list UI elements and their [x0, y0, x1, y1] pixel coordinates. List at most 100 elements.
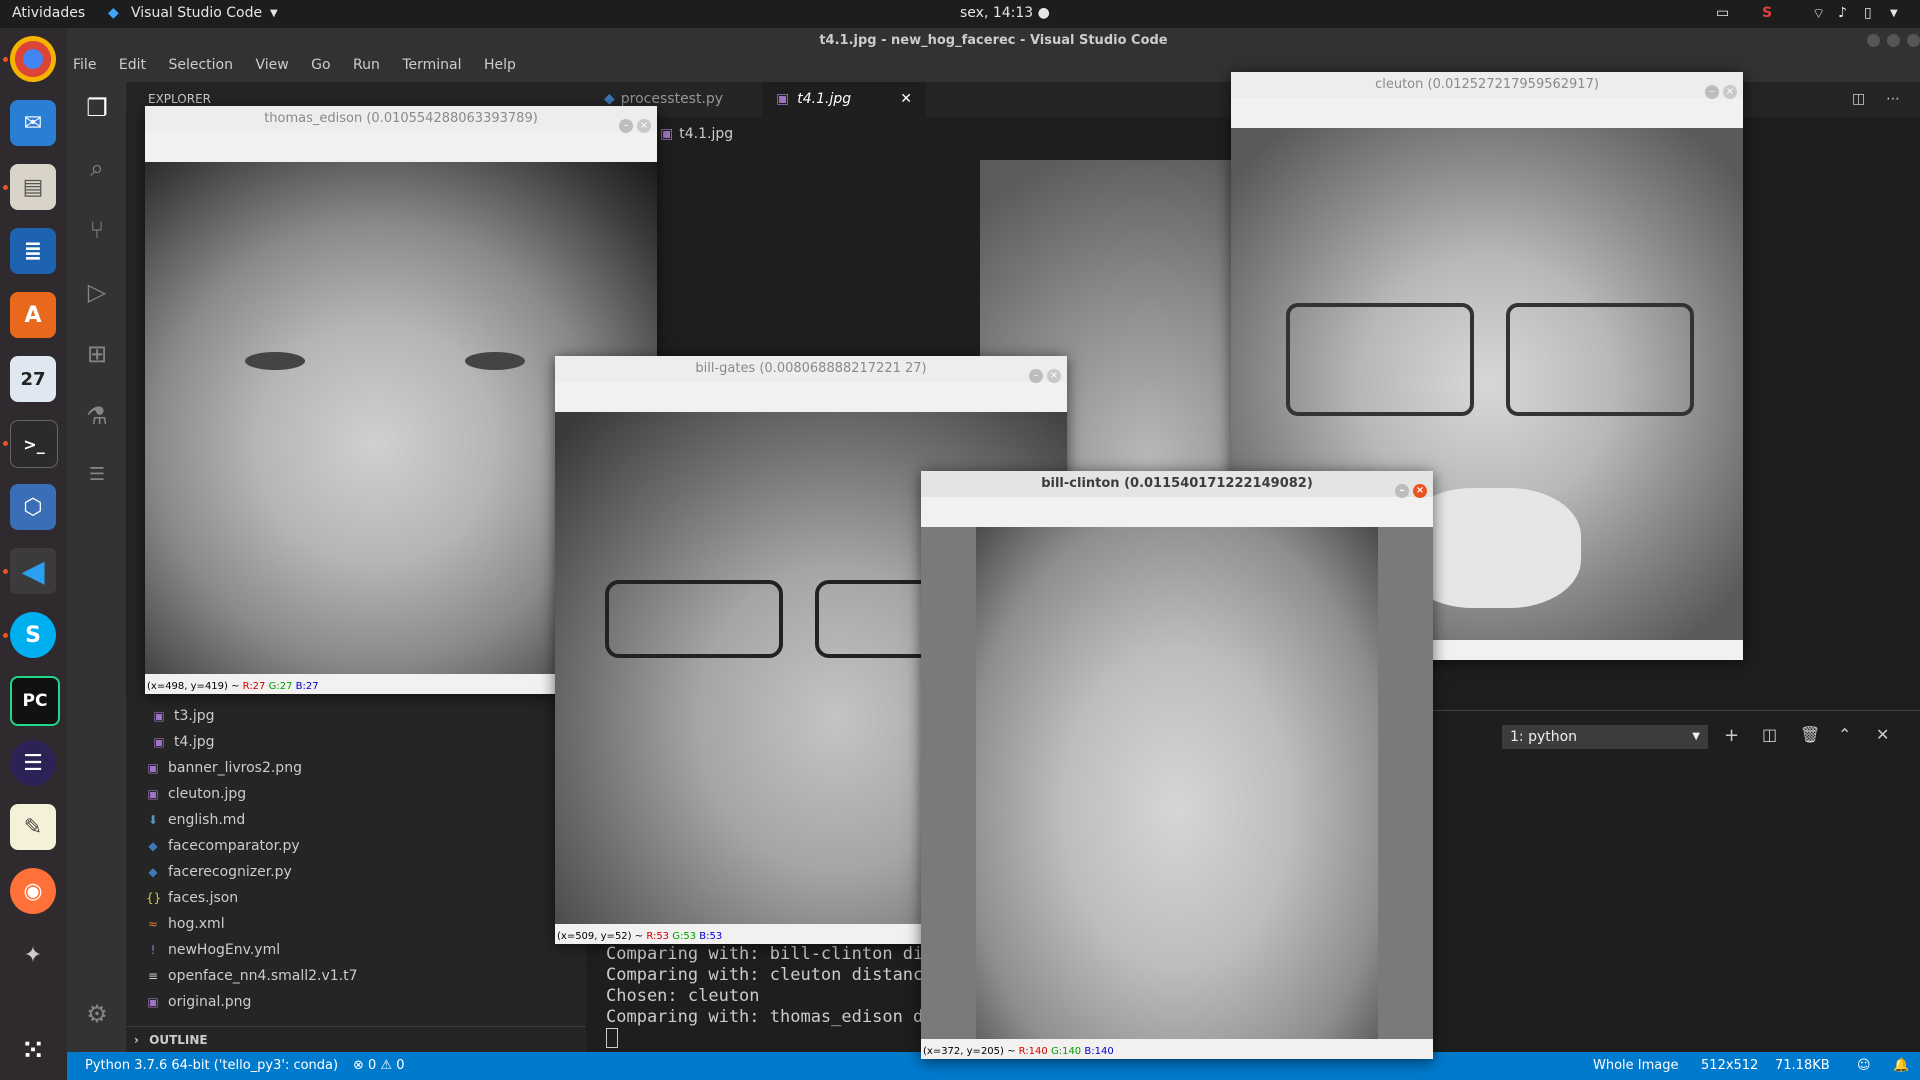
file-item[interactable]: ▣ banner_livros2.png — [146, 757, 302, 779]
explorer-icon[interactable]: ❐ — [83, 94, 111, 122]
settings-gear-icon[interactable]: ⚙ — [83, 1000, 111, 1028]
zoom-mode[interactable]: Whole Image — [1593, 1058, 1679, 1073]
file-item[interactable]: ⬇ english.md — [146, 809, 245, 831]
source-control-icon[interactable]: ⑂ — [83, 216, 111, 244]
menu-file[interactable]: File — [73, 57, 96, 73]
file-item[interactable]: ! newHogEnv.yml — [146, 939, 281, 961]
file-item[interactable]: ≡ openface_nn4.small2.v1.t7 — [146, 965, 358, 987]
window-titlebar[interactable]: cleuton (0.012527217959562917) – × — [1231, 72, 1743, 99]
maximize-button[interactable] — [1887, 34, 1900, 47]
pycharm-icon[interactable]: PC — [10, 676, 60, 726]
activities-button[interactable]: Atividades — [12, 5, 85, 21]
chevron-down-icon: ▼ — [1692, 731, 1700, 742]
file-item[interactable]: ≈ hog.xml — [146, 913, 225, 935]
vscode-icon[interactable]: ◀ — [10, 548, 56, 594]
terminal-select[interactable]: 1: python ▼ — [1502, 725, 1708, 749]
terminal-output[interactable]: Comparing with: bill-clinton di Comparing… — [606, 944, 923, 1048]
bell-icon[interactable]: 🔔 — [1893, 1058, 1909, 1073]
close-button[interactable]: × — [1413, 484, 1427, 498]
menu-go[interactable]: Go — [311, 57, 330, 73]
running-indicator — [3, 57, 8, 62]
close-button[interactable]: × — [1723, 85, 1737, 99]
python-interpreter[interactable]: Python 3.7.6 64-bit ('tello_py3': conda) — [85, 1058, 338, 1073]
menu-selection[interactable]: Selection — [168, 57, 233, 73]
file-item[interactable]: ◆ facerecognizer.py — [146, 861, 291, 883]
file-item[interactable]: ▣ t3.jpg — [152, 705, 214, 727]
close-panel-icon[interactable]: ✕ — [1876, 725, 1889, 744]
extensions-icon[interactable]: ⊞ — [83, 340, 111, 368]
terminal-icon[interactable]: >_ — [10, 420, 58, 468]
window-titlebar[interactable]: bill-clinton (0.011540171222149082) – × — [921, 471, 1433, 498]
window-bill-clinton[interactable]: bill-clinton (0.011540171222149082) – × (… — [921, 471, 1433, 1059]
chrome-icon[interactable] — [10, 36, 56, 82]
toolbar-strip — [921, 497, 1433, 521]
file-item[interactable]: {} faces.json — [146, 887, 238, 909]
more-actions-icon[interactable]: ⋯ — [1886, 82, 1900, 117]
file-item[interactable]: ▣ cleuton.jpg — [146, 783, 246, 805]
running-indicator — [3, 185, 8, 190]
menu-view[interactable]: View — [255, 57, 288, 73]
testing-icon[interactable]: ⚗ — [83, 402, 111, 430]
menu-terminal[interactable]: Terminal — [402, 57, 461, 73]
show-applications-icon[interactable]: ⁙ — [10, 1028, 56, 1074]
thunderbird-icon[interactable]: ✉ — [10, 100, 56, 146]
window-titlebar[interactable]: thomas_edison (0.010554288063393789) – × — [145, 106, 657, 133]
skype-indicator-icon[interactable]: S — [1762, 5, 1772, 21]
close-button[interactable]: × — [1047, 369, 1061, 383]
calendar-icon[interactable]: 27 — [10, 356, 56, 402]
tab-t4-1-jpg[interactable]: ▣ t4.1.jpg ✕ — [762, 82, 926, 117]
toolbar-strip — [555, 382, 1067, 406]
skype-icon[interactable]: S — [10, 612, 56, 658]
python-icon: ◆ — [148, 839, 158, 853]
menu-edit[interactable]: Edit — [119, 57, 146, 73]
breadcrumb[interactable]: ▣ t4.1.jpg — [660, 126, 733, 142]
eclipse-icon[interactable]: ☰ — [10, 740, 56, 786]
explorer-title: EXPLORER — [148, 92, 211, 106]
gimp-icon[interactable]: ✦ — [10, 932, 56, 978]
firefox-icon[interactable]: ◉ — [10, 868, 56, 914]
split-terminal-icon[interactable]: ◫ — [1762, 725, 1777, 744]
minimize-button[interactable]: – — [619, 119, 633, 133]
file-item[interactable]: ▣ t4.jpg — [152, 731, 214, 753]
wifi-icon[interactable]: ⌔ — [1812, 5, 1825, 23]
outline-view-icon[interactable]: ☰ — [83, 464, 111, 492]
text-editor-icon[interactable]: ✎ — [10, 804, 56, 850]
close-button[interactable] — [1907, 34, 1920, 47]
system-menu-chevron-icon[interactable]: ▼ — [1890, 8, 1898, 19]
battery-icon[interactable]: ▯ — [1864, 5, 1872, 21]
split-editor-icon[interactable]: ◫ — [1852, 82, 1865, 117]
maximize-panel-icon[interactable]: ⌃ — [1838, 725, 1851, 744]
file-item[interactable]: ▣ original.png — [146, 991, 251, 1013]
file-icon: ≡ — [147, 969, 159, 983]
menu-bar: File Edit Selection View Go Run Terminal… — [73, 57, 534, 73]
writer-icon[interactable]: ≣ — [10, 228, 56, 274]
window-titlebar[interactable]: bill-gates (0.008068888217221 27) – × — [555, 356, 1067, 383]
trash-icon[interactable]: 🗑 — [1800, 725, 1820, 744]
drive-icon[interactable]: ▭ — [1716, 5, 1729, 21]
virtualbox-icon[interactable]: ⬡ — [10, 484, 56, 530]
toolbar-strip — [1231, 98, 1743, 122]
search-icon[interactable]: ⌕ — [83, 154, 111, 182]
file-item[interactable]: ◆ facecomparator.py — [146, 835, 299, 857]
menu-help[interactable]: Help — [484, 57, 516, 73]
minimize-button[interactable]: – — [1029, 369, 1043, 383]
files-icon[interactable]: ▤ — [10, 164, 56, 210]
outline-section[interactable]: › OUTLINE — [126, 1026, 586, 1053]
close-tab-icon[interactable]: ✕ — [900, 82, 912, 117]
new-terminal-icon[interactable]: + — [1724, 725, 1739, 746]
software-center-icon[interactable]: A — [10, 292, 56, 338]
close-button[interactable]: × — [637, 119, 651, 133]
minimize-button[interactable]: – — [1705, 85, 1719, 99]
face-photo[interactable] — [921, 527, 1433, 1039]
feedback-icon[interactable]: ☺ — [1857, 1058, 1871, 1073]
eye-shape — [245, 352, 305, 370]
app-menu-button[interactable]: Visual Studio Code — [131, 5, 262, 21]
clock[interactable]: sex, 14:13 ● — [960, 5, 1050, 21]
problems-count[interactable]: ⊗ 0 ⚠ 0 — [353, 1058, 405, 1073]
volume-icon[interactable]: ♪ — [1838, 5, 1847, 21]
pixel-readout: (x=372, y=205) ~ R:140 G:140 B:140 — [921, 1045, 1433, 1059]
run-debug-icon[interactable]: ▷ — [83, 278, 111, 306]
minimize-button[interactable]: – — [1395, 484, 1409, 498]
menu-run[interactable]: Run — [353, 57, 380, 73]
minimize-button[interactable] — [1867, 34, 1880, 47]
